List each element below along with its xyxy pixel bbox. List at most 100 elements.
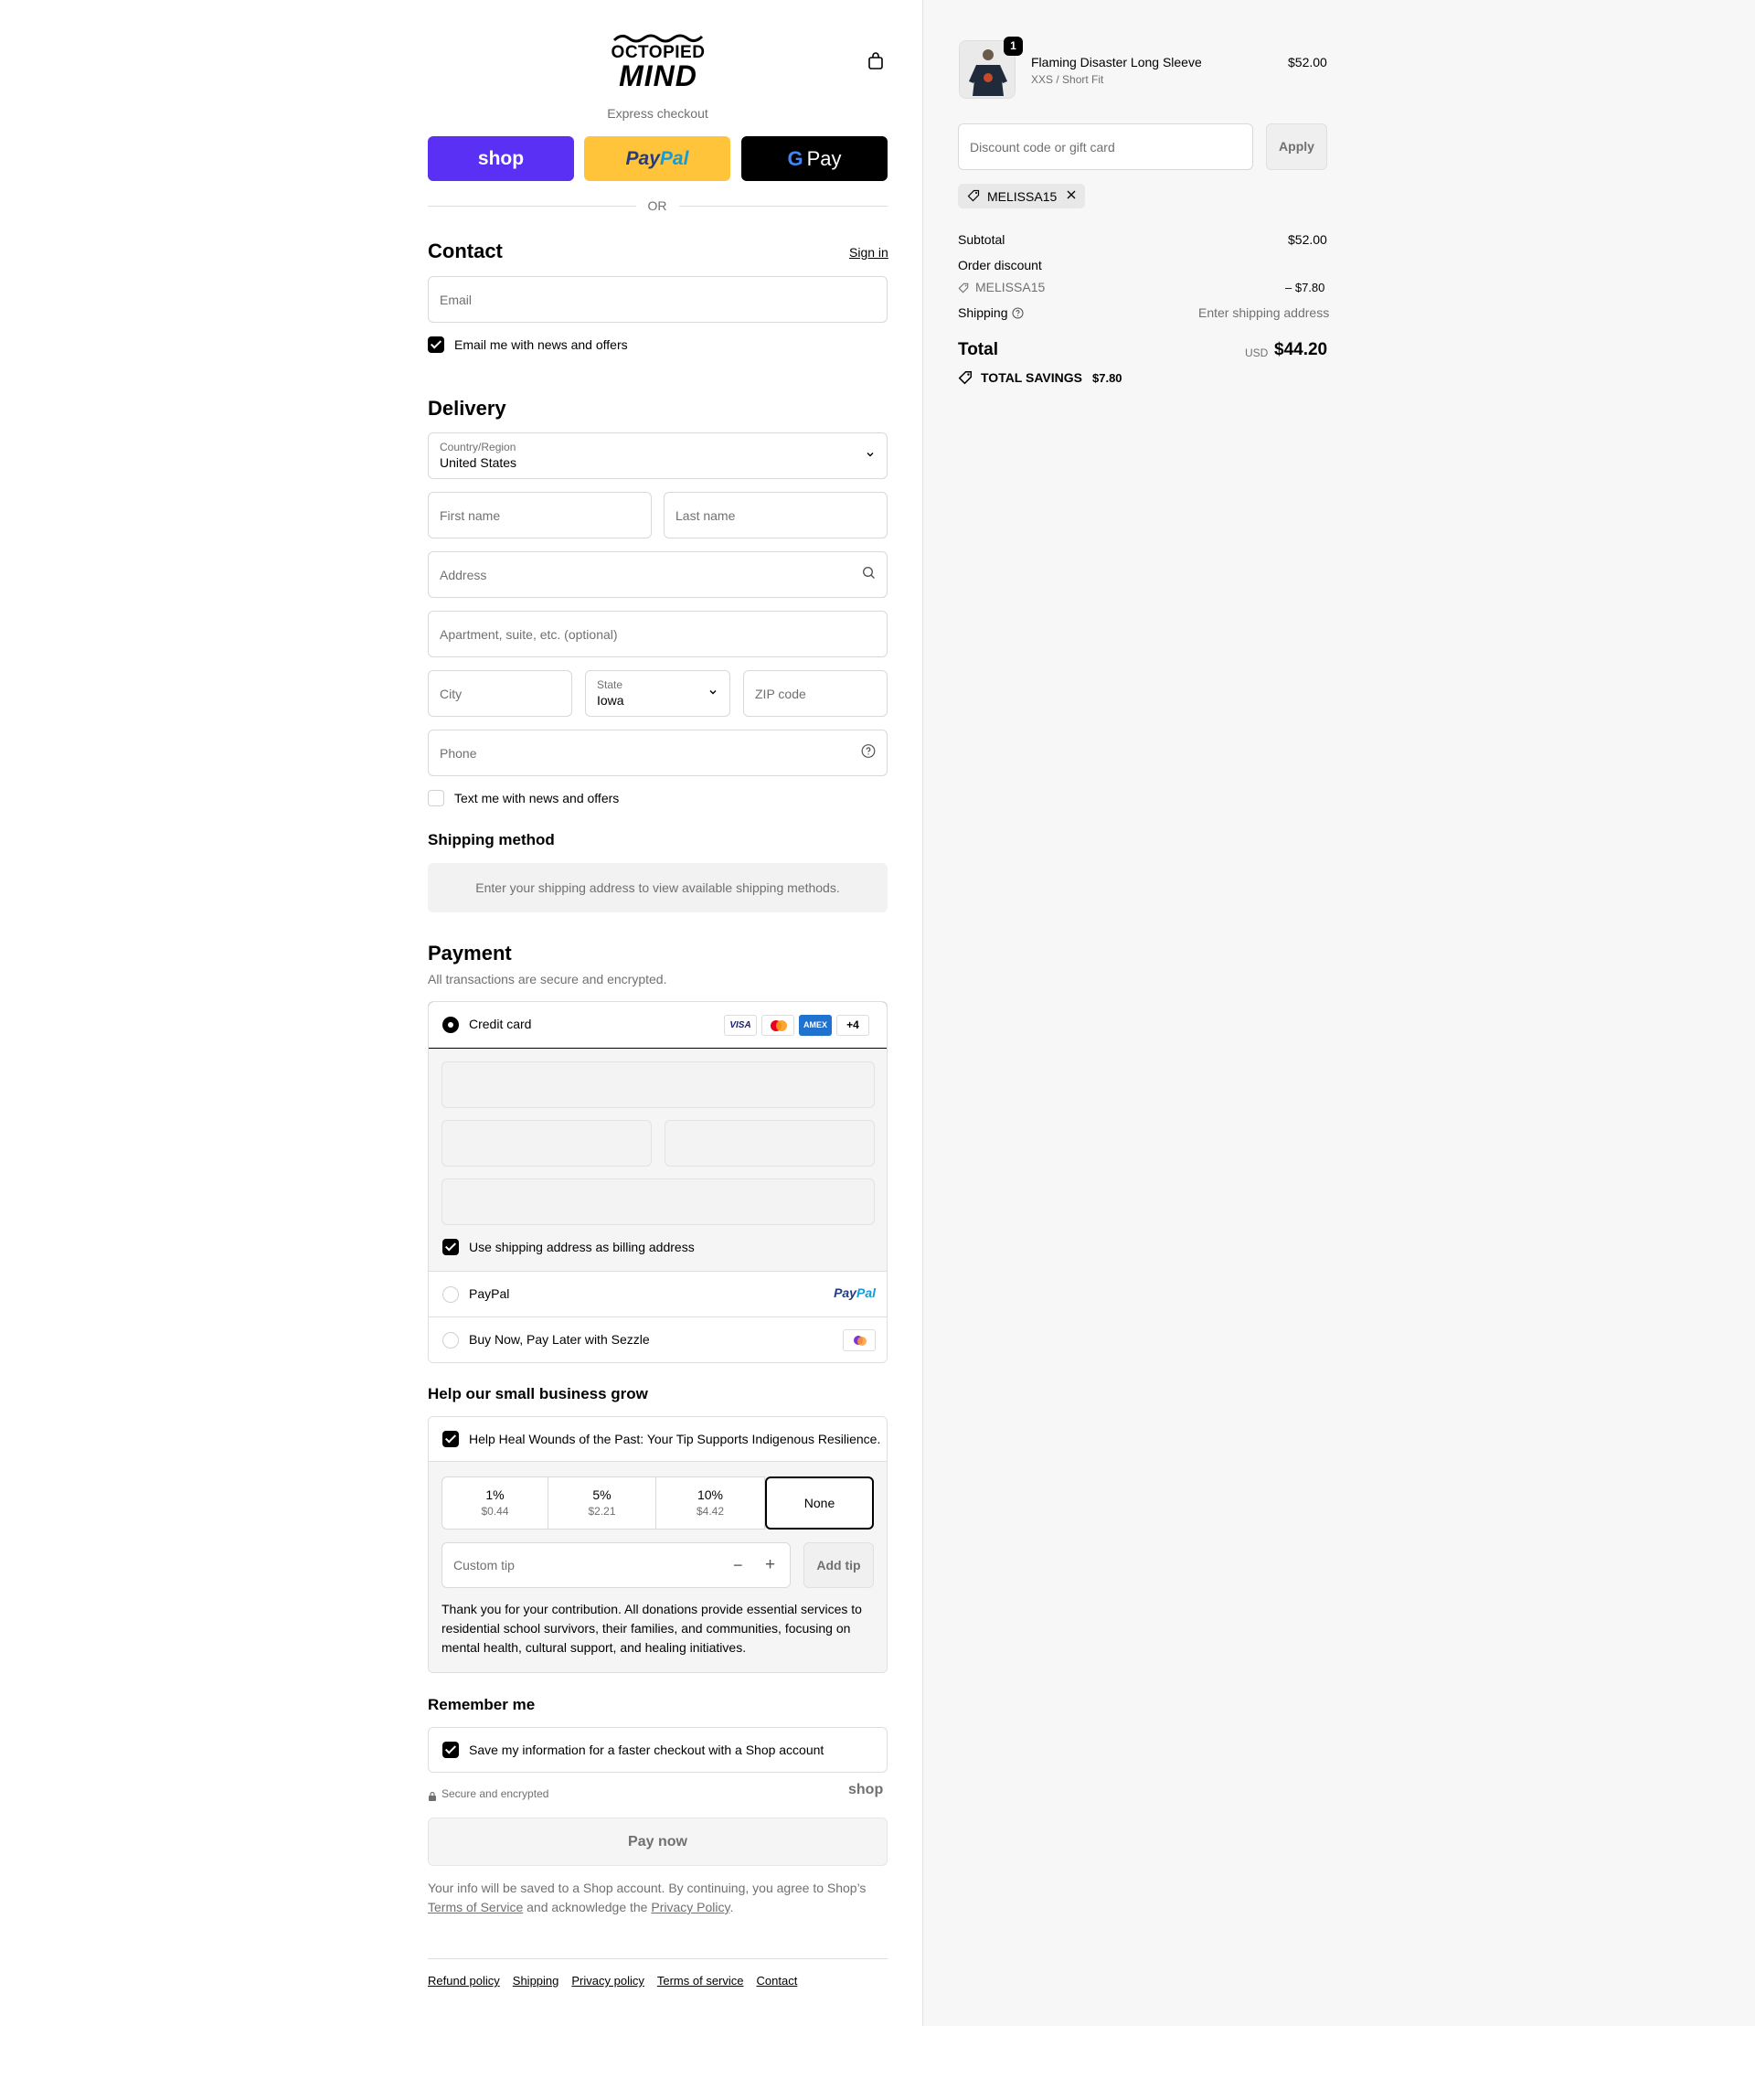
paypal-logo: PayPal: [834, 1285, 876, 1300]
tip-option-percent: 10%: [697, 1487, 724, 1502]
phone-field[interactable]: Phone: [428, 730, 888, 776]
shipping-value: Enter shipping address: [1198, 305, 1330, 320]
tip-option-5[interactable]: 5% $2.21: [548, 1476, 656, 1530]
refund-policy-link[interactable]: Refund policy: [428, 1974, 500, 1988]
terms-of-service-footer-link[interactable]: Terms of service: [657, 1974, 744, 1988]
plus-icon[interactable]: +: [765, 1555, 775, 1575]
search-icon: [862, 566, 876, 584]
discount-code-field[interactable]: Discount code or gift card: [958, 123, 1253, 170]
address-field[interactable]: Address: [428, 551, 888, 598]
tip-option-percent: None: [803, 1496, 835, 1510]
shipping-method-heading: Shipping method: [428, 831, 555, 848]
help-circle-icon[interactable]: [1012, 307, 1024, 324]
tip-checkbox[interactable]: [442, 1431, 459, 1447]
discount-code-placeholder: Discount code or gift card: [970, 139, 1115, 155]
bag-icon[interactable]: [867, 52, 884, 75]
amex-icon: AMEX: [799, 1015, 832, 1036]
paypal-radio[interactable]: [442, 1286, 459, 1303]
state-value: Iowa: [597, 693, 624, 708]
legal-text-part3: .: [729, 1900, 734, 1914]
shop-logo: shop: [848, 1782, 884, 1797]
contact-heading: Contact: [428, 240, 503, 262]
shipping-method-notice-box: Enter your shipping address to view avai…: [428, 863, 888, 912]
first-name-placeholder: First name: [440, 507, 501, 523]
credit-card-option[interactable]: Credit card VISA AMEX +4: [429, 1002, 887, 1049]
terms-of-service-link[interactable]: Terms of Service: [428, 1900, 523, 1914]
card-number-field[interactable]: [441, 1061, 875, 1108]
or-divider-right: [679, 206, 888, 207]
total-savings-label: TOTAL SAVINGS: [981, 370, 1082, 385]
sign-in-link[interactable]: Sign in: [849, 245, 888, 260]
billing-address-checkbox[interactable]: [442, 1239, 459, 1255]
or-divider-label: OR: [647, 198, 667, 213]
logo-line2: MIND: [619, 59, 697, 92]
paypal-option-label: PayPal: [469, 1286, 510, 1301]
footer-divider: [428, 1958, 888, 1959]
pay-now-button[interactable]: Pay now: [428, 1818, 888, 1866]
legal-text-part1: Your info will be saved to a Shop accoun…: [428, 1881, 867, 1895]
state-select[interactable]: State Iowa: [585, 670, 730, 717]
privacy-policy-footer-link[interactable]: Privacy policy: [571, 1974, 644, 1988]
text-news-checkbox[interactable]: [428, 790, 444, 806]
google-pay-button[interactable]: G Pay: [741, 136, 888, 181]
tip-option-amount: $4.42: [696, 1505, 725, 1518]
country-value: United States: [440, 455, 517, 470]
help-circle-icon[interactable]: [861, 743, 876, 762]
total-value: $44.20: [1274, 340, 1328, 359]
secure-encrypted-label: Secure and encrypted: [441, 1787, 549, 1800]
paypal-logo-pay: Pay: [834, 1285, 856, 1300]
payment-methods-box: Credit card VISA AMEX +4 Use shipping ad…: [428, 1001, 888, 1363]
name-on-card-field[interactable]: [441, 1178, 875, 1225]
tip-option-none[interactable]: None: [765, 1476, 874, 1530]
credit-card-label: Credit card: [469, 1017, 532, 1031]
city-field[interactable]: City: [428, 670, 572, 717]
save-info-label: Save my information for a faster checkou…: [469, 1743, 824, 1757]
minus-icon[interactable]: −: [733, 1556, 743, 1575]
zip-field[interactable]: ZIP code: [743, 670, 888, 717]
first-name-field[interactable]: First name: [428, 492, 652, 538]
paypal-button[interactable]: PayPal: [584, 136, 730, 181]
total-savings-value: $7.80: [1092, 371, 1122, 385]
country-label: Country/Region: [440, 441, 516, 453]
email-placeholder: Email: [440, 292, 473, 307]
city-placeholder: City: [440, 686, 463, 701]
paypal-logo-pay: Pay: [625, 147, 660, 169]
footer-links: Refund policy Shipping Privacy policy Te…: [428, 1974, 797, 1988]
tip-option-10[interactable]: 10% $4.42: [656, 1476, 765, 1530]
shipping-link[interactable]: Shipping: [513, 1974, 559, 1988]
mastercard-icon: [761, 1015, 794, 1036]
add-tip-button[interactable]: Add tip: [803, 1542, 874, 1588]
country-select[interactable]: Country/Region United States: [428, 432, 888, 479]
text-news-label: Text me with news and offers: [454, 791, 620, 805]
last-name-field[interactable]: Last name: [664, 492, 888, 538]
contact-link[interactable]: Contact: [757, 1974, 798, 1988]
email-field[interactable]: Email: [428, 276, 888, 323]
save-info-checkbox[interactable]: [442, 1742, 459, 1758]
sezzle-radio[interactable]: [442, 1332, 459, 1348]
custom-tip-field[interactable]: Custom tip − +: [441, 1542, 791, 1588]
custom-tip-placeholder: Custom tip: [453, 1558, 515, 1572]
email-news-checkbox[interactable]: [428, 336, 444, 353]
apply-discount-button[interactable]: Apply: [1266, 123, 1327, 170]
tip-checkbox-row: Help Heal Wounds of the Past: Your Tip S…: [429, 1417, 887, 1462]
close-icon[interactable]: [1065, 188, 1078, 206]
paypal-option[interactable]: PayPal PayPal: [429, 1271, 887, 1316]
credit-card-radio[interactable]: [442, 1017, 459, 1033]
privacy-policy-link[interactable]: Privacy Policy: [651, 1900, 729, 1914]
apartment-field[interactable]: Apartment, suite, etc. (optional): [428, 611, 888, 657]
sezzle-option-label: Buy Now, Pay Later with Sezzle: [469, 1332, 650, 1347]
tip-option-percent: 1%: [485, 1487, 505, 1502]
security-code-field[interactable]: [665, 1120, 875, 1167]
paypal-logo: PayPal: [626, 148, 689, 170]
sezzle-option[interactable]: Buy Now, Pay Later with Sezzle: [429, 1316, 887, 1362]
discount-tag-chip: MELISSA15: [958, 184, 1085, 208]
shop-pay-button[interactable]: shop: [428, 136, 574, 181]
apartment-placeholder: Apartment, suite, etc. (optional): [440, 626, 618, 642]
store-logo[interactable]: OCTOPIED MIND: [611, 33, 706, 91]
remember-heading: Remember me: [428, 1696, 536, 1713]
tip-option-1[interactable]: 1% $0.44: [441, 1476, 548, 1530]
paypal-logo-pal: Pal: [659, 147, 689, 169]
checkout-page: OCTOPIED MIND Express checkout shop PayP…: [0, 0, 1755, 2100]
expiry-field[interactable]: [441, 1120, 652, 1167]
or-divider-left: [428, 206, 636, 207]
